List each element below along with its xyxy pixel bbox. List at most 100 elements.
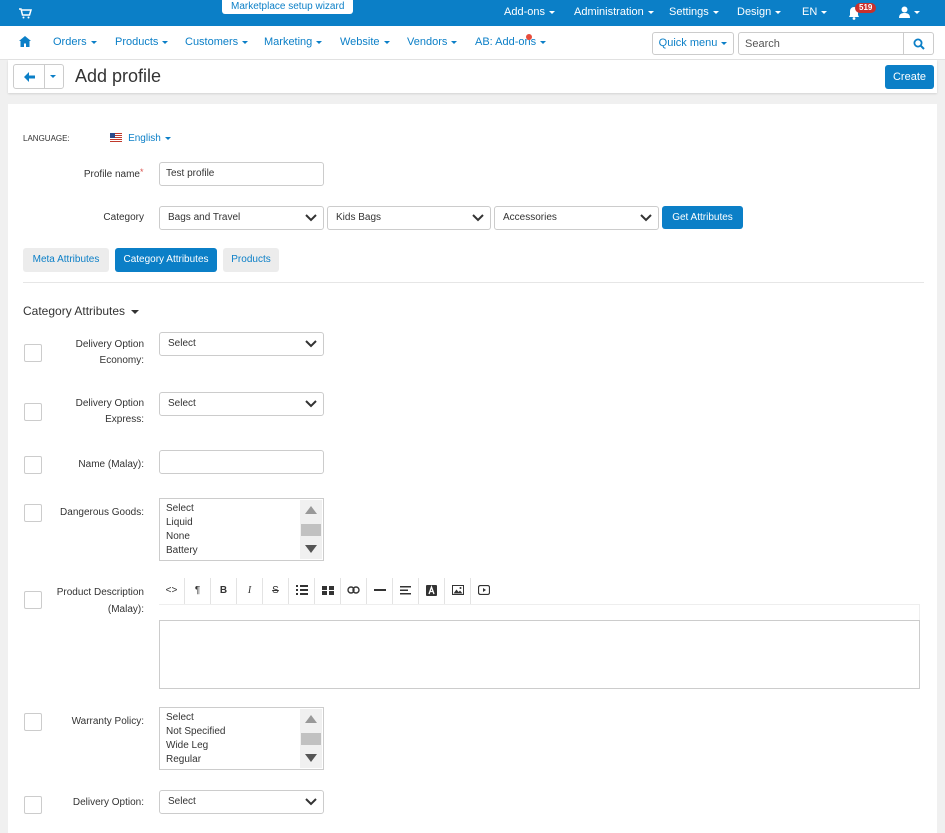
tab-products[interactable]: Products — [223, 248, 279, 272]
quick-menu-button[interactable]: Quick menu — [652, 32, 734, 55]
section-header[interactable]: Category Attributes — [23, 303, 140, 319]
nav-customers[interactable]: Customers — [185, 26, 249, 59]
chevron-down-icon — [548, 10, 555, 14]
arrow-up-icon[interactable] — [305, 506, 317, 514]
label-line: Delivery Option — [75, 339, 144, 350]
rich-text-editor: <> ¶ B I S — [159, 578, 920, 689]
cart-icon[interactable] — [18, 6, 32, 20]
paragraph-button[interactable]: ¶ — [185, 578, 211, 604]
delivery-option-select[interactable]: Select — [159, 790, 324, 814]
arrow-up-icon[interactable] — [305, 715, 317, 723]
scrollbar-thumb[interactable] — [301, 733, 321, 745]
video-button[interactable] — [471, 578, 497, 604]
scrollbar[interactable] — [300, 709, 322, 768]
video-icon — [477, 585, 491, 596]
arrow-down-icon[interactable] — [305, 754, 317, 762]
chevron-down-icon — [90, 40, 97, 44]
user-menu[interactable] — [899, 6, 920, 20]
nav-products[interactable]: Products — [115, 26, 169, 59]
product-description-label: Product Description (Malay): — [40, 584, 144, 618]
nav-website[interactable]: Website — [340, 26, 390, 59]
language-selector[interactable]: English — [110, 132, 171, 146]
language-label: LANGUAGE: — [23, 134, 70, 143]
topnav-label: Design — [737, 6, 772, 18]
list-option[interactable]: Regular — [166, 753, 317, 767]
back-button[interactable] — [13, 64, 45, 89]
profile-name-label-text: Profile name — [83, 169, 140, 180]
chevron-down-icon — [316, 40, 323, 44]
list-option[interactable]: Battery — [166, 544, 317, 558]
name-malay-input[interactable] — [159, 450, 324, 474]
search-input[interactable] — [738, 32, 904, 55]
code-view-button[interactable]: <> — [159, 578, 185, 604]
nav-vendors[interactable]: Vendors — [407, 26, 458, 59]
scrollbar-thumb[interactable] — [301, 524, 321, 536]
scrollbar[interactable] — [300, 500, 322, 559]
topnav-addons[interactable]: Add-ons — [504, 0, 555, 26]
italic-button[interactable]: I — [237, 578, 263, 604]
tab-category-attributes[interactable]: Category Attributes — [115, 248, 217, 272]
delivery-express-select[interactable]: Select — [159, 392, 324, 416]
topnav-design[interactable]: Design — [737, 0, 782, 26]
align-left-icon — [400, 585, 411, 595]
list-option[interactable]: Select — [166, 711, 317, 725]
list-option[interactable]: None — [166, 530, 317, 544]
label-line: Economy: — [99, 355, 144, 366]
profile-name-input[interactable]: Test profile — [159, 162, 324, 186]
arrow-left-icon — [24, 72, 35, 82]
image-icon — [451, 585, 464, 596]
image-button[interactable] — [445, 578, 471, 604]
nav-label: Vendors — [407, 36, 448, 48]
chevron-down-icon — [164, 136, 171, 140]
category-select-3[interactable]: Accessories — [494, 206, 659, 230]
warranty-policy-label: Warranty Policy: — [71, 716, 144, 727]
topnav-administration[interactable]: Administration — [574, 0, 654, 26]
list-icon — [295, 585, 308, 596]
nav-orders[interactable]: Orders — [53, 26, 97, 59]
unordered-list-button[interactable] — [289, 578, 315, 604]
back-history-dropdown[interactable] — [44, 64, 64, 89]
font-color-button[interactable] — [419, 578, 445, 604]
warranty-policy-listbox[interactable]: Select Not Specified Wide Leg Regular — [159, 707, 324, 770]
chevron-down-icon — [821, 10, 828, 14]
nav-marketing[interactable]: Marketing — [264, 26, 323, 59]
label-line: Delivery Option — [75, 398, 144, 409]
topnav-label: Administration — [574, 6, 644, 18]
get-attributes-button[interactable]: Get Attributes — [662, 206, 743, 229]
horizontal-rule-button[interactable] — [367, 578, 393, 604]
horizontal-rule-icon — [373, 589, 386, 592]
arrow-down-icon[interactable] — [305, 545, 317, 553]
label-line: (Malay): — [107, 604, 144, 615]
dangerous-goods-listbox[interactable]: Select Liquid None Battery — [159, 498, 324, 561]
create-button[interactable]: Create — [885, 65, 934, 89]
list-option[interactable]: Not Specified — [166, 725, 317, 739]
list-option[interactable]: Select — [166, 502, 317, 516]
top-bar: Marketplace setup wizard Add-ons Adminis… — [0, 0, 945, 26]
select-value: Kids Bags — [336, 212, 382, 223]
align-button[interactable] — [393, 578, 419, 604]
quick-menu-label: Quick menu — [658, 37, 718, 49]
home-icon[interactable] — [19, 36, 31, 47]
chevron-down-icon — [472, 214, 484, 222]
search-button[interactable] — [904, 32, 934, 55]
select-value: Bags and Travel — [168, 212, 241, 223]
table-button[interactable] — [315, 578, 341, 604]
product-description-editor[interactable] — [159, 620, 920, 689]
topnav-settings[interactable]: Settings — [669, 0, 719, 26]
tab-meta-attributes[interactable]: Meta Attributes — [23, 248, 109, 272]
name-malay-label: Name (Malay): — [78, 459, 144, 470]
link-button[interactable] — [341, 578, 367, 604]
list-option[interactable]: Wide Leg — [166, 739, 317, 753]
category-select-2[interactable]: Kids Bags — [327, 206, 491, 230]
strikethrough-button[interactable]: S — [263, 578, 289, 604]
topnav-language[interactable]: EN — [802, 0, 828, 26]
list-option[interactable]: Liquid — [166, 516, 317, 530]
chevron-down-icon — [305, 400, 317, 408]
category-select-1[interactable]: Bags and Travel — [159, 206, 324, 230]
chevron-down-icon — [162, 40, 169, 44]
bold-button[interactable]: B — [211, 578, 237, 604]
setup-wizard-link[interactable]: Marketplace setup wizard — [222, 0, 354, 14]
delivery-economy-select[interactable]: Select — [159, 332, 324, 356]
nav-ab-addons[interactable]: AB: Add-ons — [475, 26, 547, 59]
nav-label: Products — [115, 36, 159, 48]
